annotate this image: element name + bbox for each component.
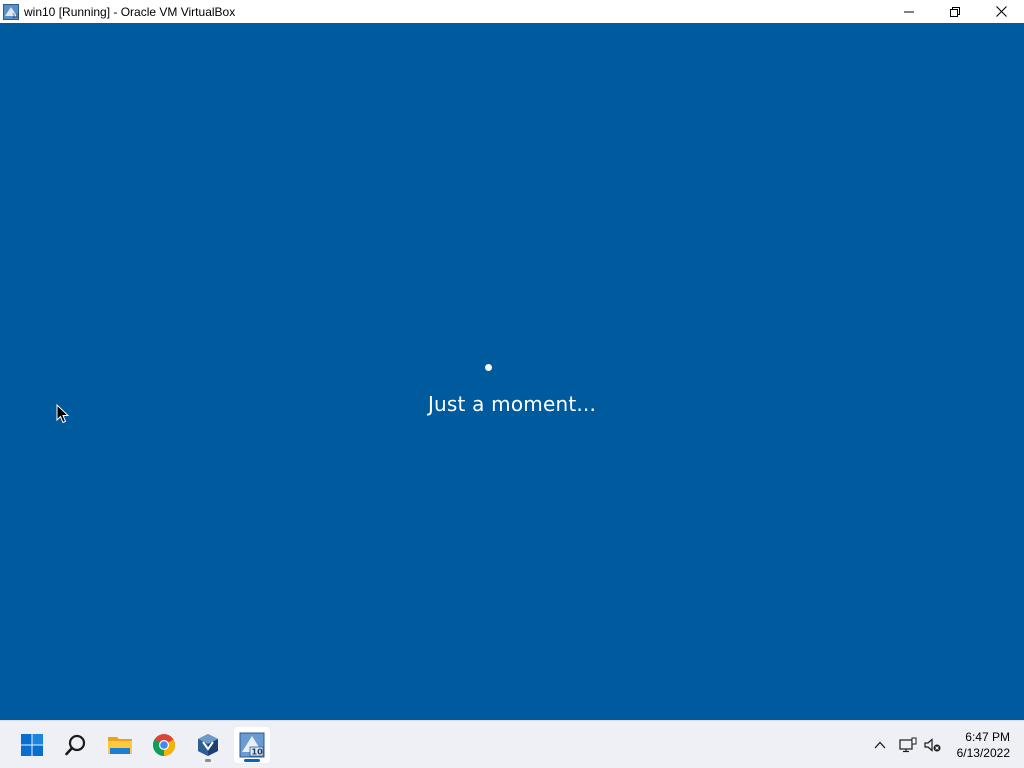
restore-icon <box>950 6 960 17</box>
virtualbox-button[interactable] <box>190 727 226 763</box>
window-titlebar[interactable]: 10 win10 [Running] - Oracle VM VirtualBo… <box>0 0 1024 23</box>
clock-time: 6:47 PM <box>965 730 1010 744</box>
close-icon <box>995 6 1007 17</box>
vm-display[interactable]: Just a moment... <box>0 23 1024 720</box>
taskbar-clock[interactable]: 6:47 PM 6/13/2022 <box>957 729 1010 761</box>
chevron-up-icon <box>874 741 886 749</box>
svg-text:10: 10 <box>252 748 264 757</box>
status-text: Just a moment... <box>427 392 597 416</box>
network-icon <box>899 737 917 753</box>
chrome-button[interactable] <box>146 727 182 763</box>
volume-button[interactable] <box>923 735 943 755</box>
network-button[interactable] <box>898 735 918 755</box>
search-button[interactable] <box>58 727 94 763</box>
win10-vm-button[interactable]: 10 <box>234 727 270 763</box>
folder-icon <box>108 737 132 754</box>
vm-win10-icon: 10 <box>239 732 265 758</box>
svg-text:10: 10 <box>12 13 19 20</box>
start-button[interactable] <box>14 727 50 763</box>
taskbar: 10 6:47 PM 6/13/2022 <box>0 720 1024 768</box>
chrome-icon <box>153 734 175 756</box>
minimize-icon <box>904 11 914 12</box>
active-indicator <box>244 759 260 762</box>
clock-date: 6/13/2022 <box>956 746 1010 760</box>
window-controls <box>886 0 1024 23</box>
spinner-dot-icon <box>485 364 492 371</box>
mouse-cursor-icon <box>56 404 70 424</box>
file-explorer-button[interactable] <box>102 727 138 763</box>
volume-muted-icon <box>924 738 941 752</box>
restore-button[interactable] <box>932 0 978 23</box>
windows-start-icon <box>21 734 43 756</box>
minimize-button[interactable] <box>886 0 932 23</box>
virtualbox-icon <box>198 734 218 756</box>
window-title: win10 [Running] - Oracle VM VirtualBox <box>24 4 236 19</box>
virtualbox-vm-icon: 10 <box>3 3 20 20</box>
show-hidden-icons-button[interactable] <box>870 735 890 755</box>
close-button[interactable] <box>978 0 1024 23</box>
running-indicator <box>205 759 211 762</box>
search-icon <box>65 734 86 756</box>
